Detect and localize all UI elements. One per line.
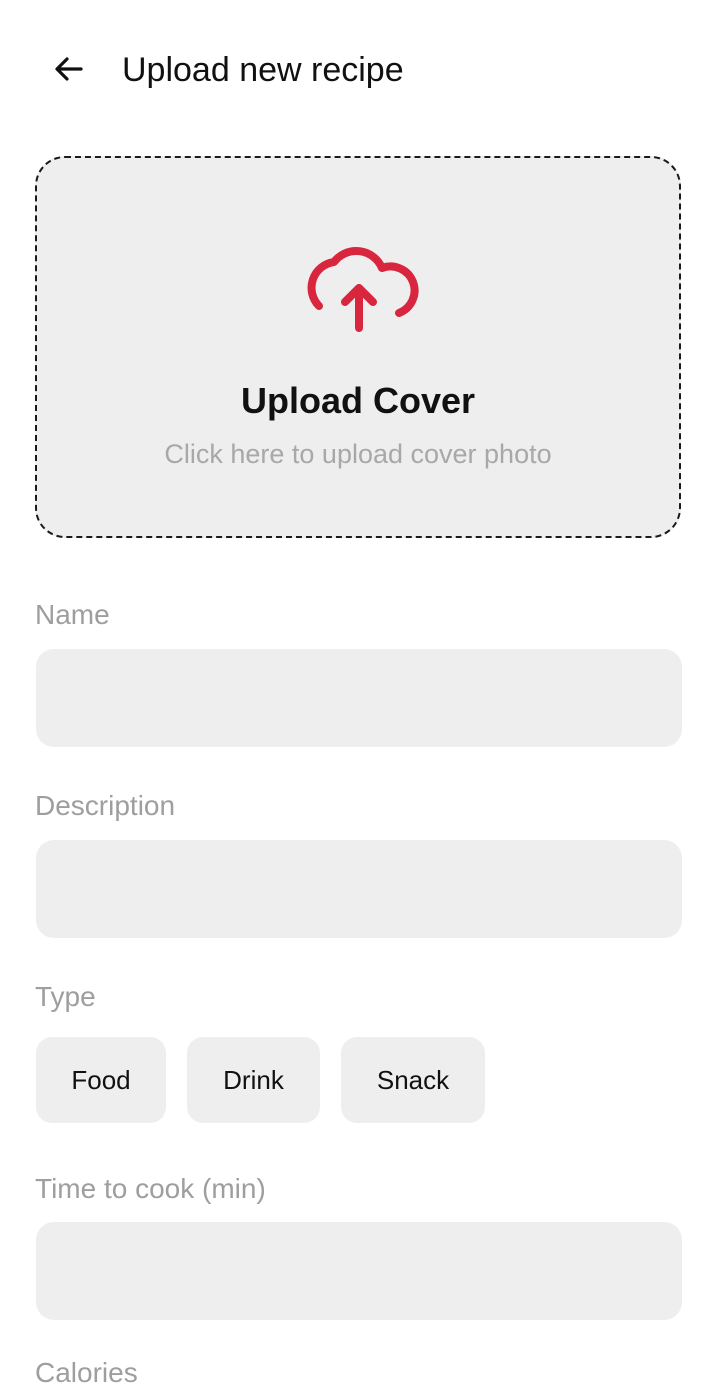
cloud-upload-icon [307, 247, 419, 332]
upload-cover-subtitle: Click here to upload cover photo [164, 439, 552, 469]
description-input[interactable] [36, 840, 682, 938]
name-label: Name [35, 599, 110, 630]
app-header: Upload new recipe [0, 0, 706, 140]
arrow-left-icon [55, 57, 83, 81]
name-input[interactable] [36, 649, 682, 747]
description-label: Description [35, 790, 176, 821]
back-button[interactable] [44, 44, 94, 94]
type-chip-drink[interactable]: Drink [187, 1037, 320, 1123]
page-title: Upload new recipe [122, 51, 404, 89]
upload-cover-title: Upload Cover [240, 380, 476, 421]
upload-cover-area[interactable]: Upload Cover Click here to upload cover … [35, 156, 681, 538]
time-to-cook-label: Time to cook (min) [35, 1173, 266, 1204]
type-chip-snack[interactable]: Snack [341, 1037, 485, 1123]
calories-label: Calories [35, 1357, 138, 1388]
type-chip-food[interactable]: Food [36, 1037, 166, 1123]
time-to-cook-input[interactable] [36, 1222, 682, 1320]
type-label: Type [35, 981, 96, 1012]
